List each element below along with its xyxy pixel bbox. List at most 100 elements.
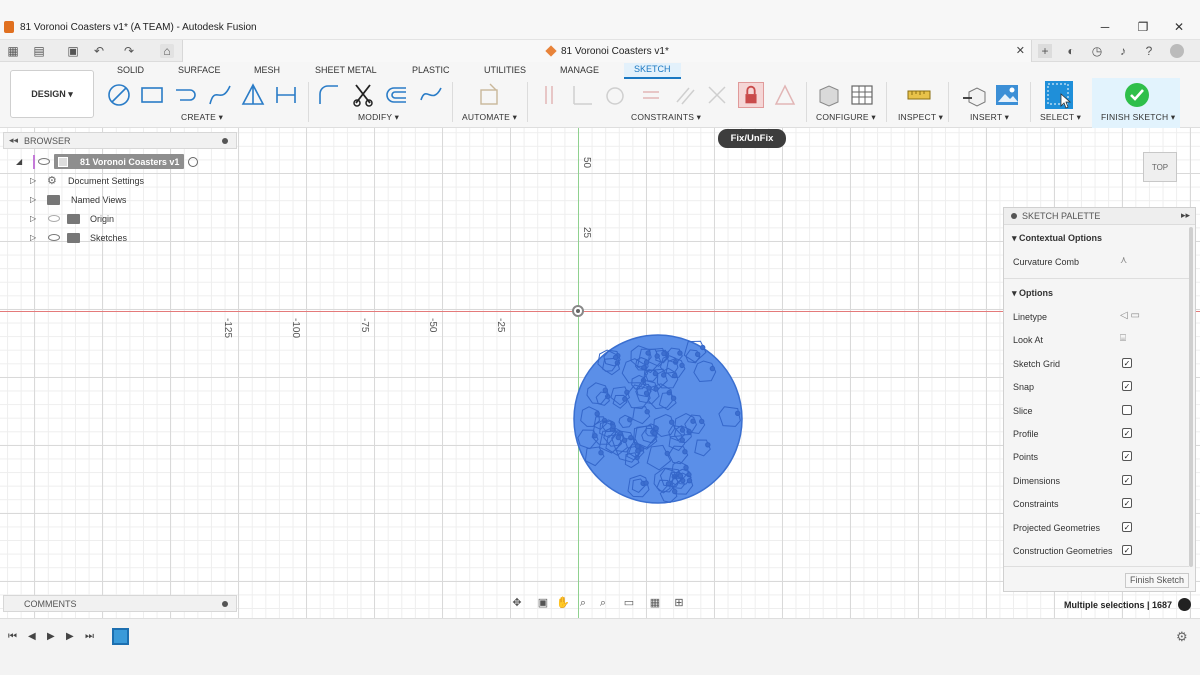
snap-checkbox[interactable]: ✓ <box>1122 381 1132 391</box>
hidden-eye-icon[interactable] <box>48 215 60 222</box>
browser-item-document-settings[interactable]: ▷ ⚙ Document Settings <box>30 173 210 189</box>
coincident-icon[interactable] <box>538 82 564 108</box>
save-icon[interactable]: ▣ <box>66 44 80 58</box>
tab-solid[interactable]: SOLID <box>117 65 144 75</box>
close-window-button[interactable]: ✕ <box>1172 20 1186 34</box>
go-to-start-icon[interactable]: ⏮ <box>8 631 17 642</box>
sketch-point[interactable] <box>644 409 650 415</box>
extensions-icon[interactable]: ◐ <box>1064 44 1078 58</box>
sketch-point[interactable] <box>735 410 741 417</box>
sketch-point[interactable] <box>679 427 686 433</box>
sketch-point[interactable] <box>672 488 678 495</box>
pan-hand-icon[interactable]: ✋ <box>556 596 570 610</box>
expand-triangle-icon[interactable]: ▷ <box>30 230 36 246</box>
undo-icon[interactable]: ↶ <box>92 44 106 58</box>
look-at-icon[interactable]: ⌸ <box>1120 333 1126 344</box>
constraints-checkbox[interactable]: ✓ <box>1122 498 1132 508</box>
tab-mesh[interactable]: MESH <box>254 65 280 75</box>
configure-menu[interactable]: CONFIGURE ▾ <box>816 112 876 123</box>
finish-sketch-button[interactable]: FINISH SKETCH ▾ <box>1101 112 1175 123</box>
sketch-point[interactable] <box>669 419 675 425</box>
line-icon[interactable] <box>106 82 132 108</box>
equal-icon[interactable] <box>638 82 664 108</box>
sketch-point[interactable] <box>653 425 659 432</box>
sketch-point[interactable] <box>679 362 685 369</box>
selection-filter-icon[interactable] <box>1178 598 1191 611</box>
slice-checkbox[interactable] <box>1122 405 1132 415</box>
sketch-point[interactable] <box>682 449 688 455</box>
help-icon[interactable]: ? <box>1142 44 1156 58</box>
trim-icon[interactable] <box>350 82 376 108</box>
symmetry-icon[interactable] <box>772 82 798 108</box>
apps-grid-icon[interactable]: ▦ <box>6 44 20 58</box>
go-to-end-icon[interactable]: ⏭ <box>85 631 94 642</box>
sketch-point[interactable] <box>677 473 684 479</box>
home-icon[interactable]: ⌂ <box>160 44 174 58</box>
timeline-sketch-feature[interactable] <box>112 628 129 645</box>
new-tab-icon[interactable]: + <box>1038 44 1052 58</box>
tab-sheet-metal[interactable]: SHEET METAL <box>315 65 377 75</box>
job-status-icon[interactable]: ◷ <box>1090 44 1104 58</box>
options-section[interactable]: ▾ Options <box>1012 288 1053 299</box>
step-forward-icon[interactable]: ▶ <box>66 631 74 642</box>
rectangle-icon[interactable] <box>139 82 165 108</box>
browser-root-item[interactable]: ◢ 81 Voronoi Coasters v1 <box>14 154 204 170</box>
palette-pin-icon[interactable] <box>1011 213 1017 219</box>
expand-triangle-icon[interactable]: ▷ <box>30 211 36 227</box>
sketch-point[interactable] <box>690 418 696 424</box>
perpendicular-icon[interactable] <box>570 82 596 108</box>
expand-triangle-icon[interactable]: ▷ <box>30 192 36 208</box>
timeline-settings-gear-icon[interactable]: ⚙ <box>1176 629 1188 645</box>
sketch-point[interactable] <box>621 437 628 444</box>
spline-icon[interactable] <box>418 82 444 108</box>
palette-finish-sketch-button[interactable]: Finish Sketch <box>1125 573 1189 588</box>
sketch-point[interactable] <box>705 442 711 448</box>
collapse-triangle-icon[interactable]: ◢ <box>16 154 22 170</box>
linetype-icon[interactable]: ◁ ▭ <box>1120 310 1140 321</box>
sketch-point[interactable] <box>654 353 660 359</box>
sketch-point[interactable] <box>598 450 604 456</box>
sketch-point[interactable] <box>699 418 705 425</box>
configure-cube-icon[interactable] <box>816 82 842 108</box>
expand-palette-icon[interactable]: ▸▸ <box>1181 210 1190 221</box>
sketch-point[interactable] <box>709 365 716 372</box>
document-tab[interactable]: 81 Voronoi Coasters v1* ✕ <box>182 40 1032 62</box>
browser-panel-header[interactable]: ◂◂ BROWSER <box>3 132 237 149</box>
workspace-switcher-button[interactable]: DESIGN ▾ <box>10 70 94 118</box>
sketch-point[interactable] <box>670 395 677 401</box>
sketch-point[interactable] <box>643 480 649 486</box>
activate-radio-icon[interactable] <box>188 157 198 167</box>
palette-scrollbar[interactable] <box>1189 227 1193 567</box>
tab-sketch[interactable]: SKETCH <box>624 63 681 79</box>
grid-settings-icon[interactable]: ▦ <box>648 596 662 610</box>
maximize-button[interactable]: ❐ <box>1136 20 1150 34</box>
tab-plastic[interactable]: PLASTIC <box>412 65 450 75</box>
modify-menu[interactable]: MODIFY ▾ <box>358 112 399 123</box>
inspect-menu[interactable]: INSPECT ▾ <box>898 112 943 123</box>
viewports-icon[interactable]: ⊞ <box>672 596 686 610</box>
tab-utilities[interactable]: UTILITIES <box>484 65 526 75</box>
sketch-point[interactable] <box>677 350 683 356</box>
browser-item-named-views[interactable]: ▷ Named Views <box>30 192 210 208</box>
view-cube[interactable]: TOP <box>1143 152 1177 182</box>
orbit-icon[interactable]: ✥ <box>510 596 524 610</box>
look-at-icon[interactable]: ▣ <box>536 596 550 610</box>
offset-icon[interactable] <box>384 82 410 108</box>
sketch-point[interactable] <box>652 370 659 377</box>
sketch-point[interactable] <box>622 396 628 402</box>
sketch-point[interactable] <box>645 350 651 356</box>
sketch-point[interactable] <box>612 354 619 361</box>
file-menu-icon[interactable]: ▤ <box>32 44 46 58</box>
contextual-options-section[interactable]: ▾ Contextual Options <box>1012 233 1102 244</box>
sketch-point[interactable] <box>661 372 667 378</box>
sketch-point[interactable] <box>610 423 616 430</box>
insert-derive-icon[interactable] <box>961 82 987 108</box>
tangent-icon[interactable] <box>602 82 628 108</box>
tab-surface[interactable]: SURFACE <box>178 65 221 75</box>
create-menu[interactable]: CREATE ▾ <box>181 112 223 123</box>
configure-table-icon[interactable] <box>849 82 875 108</box>
measure-icon[interactable] <box>906 82 932 108</box>
sketch-point[interactable] <box>602 387 608 393</box>
user-avatar[interactable] <box>1170 44 1184 58</box>
arc-icon[interactable] <box>207 82 233 108</box>
